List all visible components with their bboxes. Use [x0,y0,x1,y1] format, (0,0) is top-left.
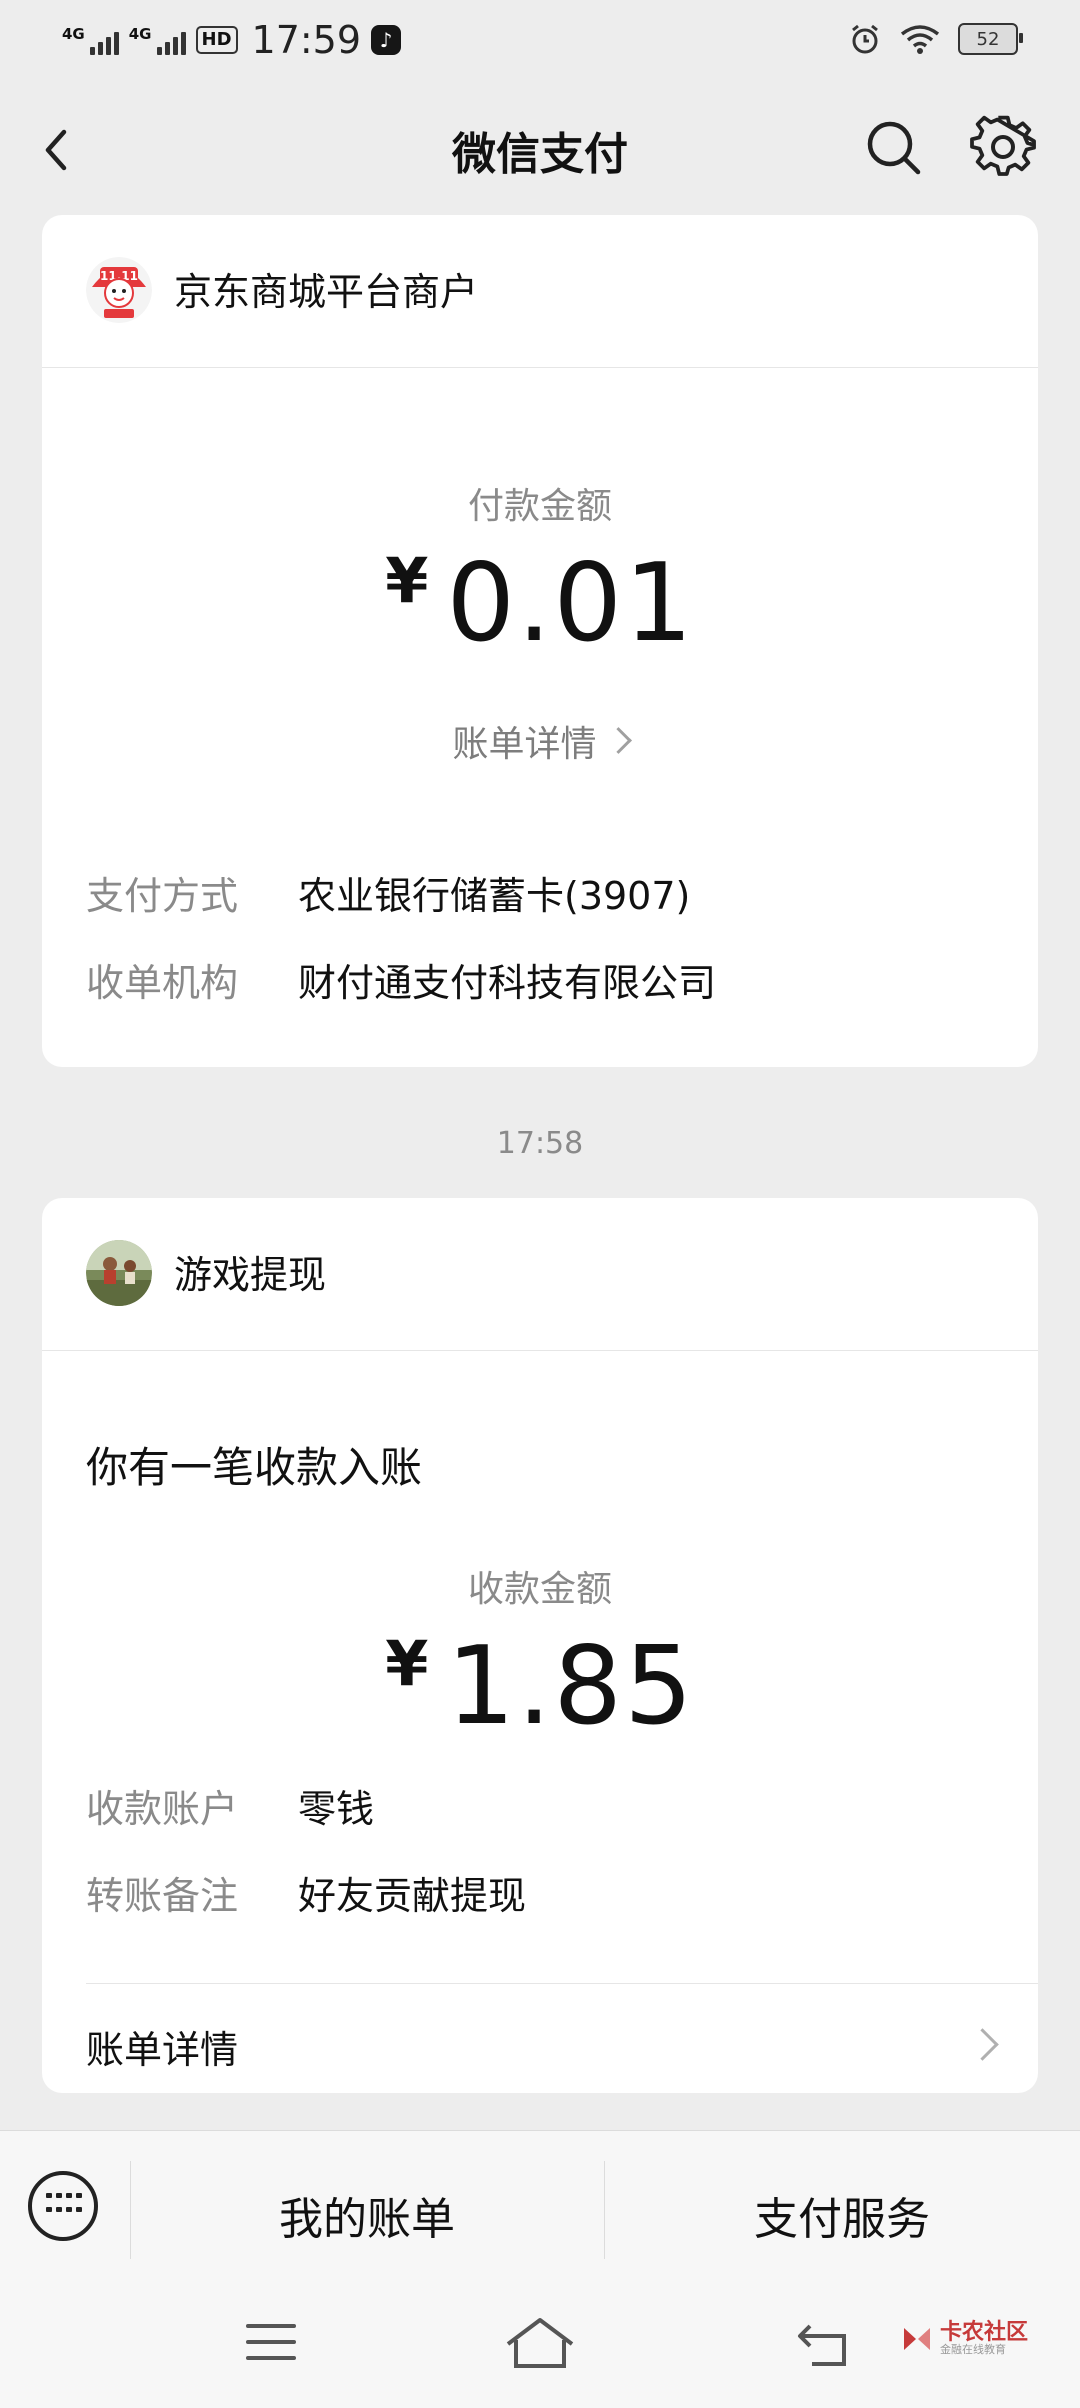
navigation-bar: 卡农社区 金融在线教育 [0,2286,1080,2408]
receipt-card[interactable]: 游戏提现 你有一笔收款入账 收款金额 ¥1.85 收款账户 零钱 转账备注 好友贡献… [42,1198,1038,2093]
receipt-amount: ¥1.85 [42,1624,1038,1749]
status-time: 17:59 [251,18,362,62]
transfer-note-row: 转账备注 好友贡献提现 [86,1865,526,1920]
network-type-2: 4G [128,25,152,43]
bottom-menu: 我的账单 支付服务 [0,2130,1080,2287]
sender-name: 游戏提现 [174,1253,327,1297]
menu-icon[interactable] [246,2324,296,2364]
bill-detail-link[interactable]: 账单详情 [42,715,1038,767]
network-type: 4G [62,25,85,43]
watermark-title: 卡农社区 [940,2320,1029,2345]
row-value: 好友贡献提现 [298,1874,527,1918]
message-timestamp: 17:58 [496,1126,584,1161]
wifi-icon [900,25,940,54]
merchant-name: 京东商城平台商户 [174,270,479,314]
menu-my-bills[interactable]: 我的账单 [130,2183,604,2247]
currency-symbol: ¥ [385,1627,429,1700]
amount-value: 1.85 [446,1624,695,1749]
receipt-message: 你有一笔收款入账 [86,1443,423,1492]
bill-detail-row[interactable]: 账单详情 [42,1983,1038,2093]
sender-avatar [86,1240,152,1306]
watermark: 卡农社区 金融在线教育 [900,2322,1028,2356]
gear-icon[interactable] [970,114,1036,180]
status-right: 52 [848,22,1023,56]
receive-account-row: 收款账户 零钱 [86,1778,374,1833]
title-bar: 微信支付 [0,80,1080,220]
menu-pay-service[interactable]: 支付服务 [604,2183,1080,2247]
payment-card-header[interactable]: 11.11 京东商城平台商户 [42,215,1038,368]
status-bar: 4G 4G HD 17:59 ♪ 52 [0,0,1080,80]
acquirer-row: 收单机构 财付通支付科技有限公司 [86,952,716,1007]
amount-label: 收款金额 [467,1569,612,1610]
tiktok-icon: ♪ [371,25,402,55]
amount-label: 付款金额 [467,486,612,527]
amount-value: 0.01 [446,541,695,666]
payment-card[interactable]: 11.11 京东商城平台商户 付款金额 ¥0.01 账单详情 支付方式 农业银行储… [42,215,1038,1067]
currency-symbol: ¥ [385,544,429,617]
back-nav-icon[interactable] [796,2320,852,2370]
battery-level: 52 [976,28,1000,50]
signal-icon-2: 4G [129,25,186,55]
row-key: 收单机构 [86,961,239,1005]
row-value: 零钱 [298,1787,375,1831]
bill-detail-label: 账单详情 [86,2028,239,2072]
watermark-subtitle: 金融在线教育 [940,2343,1006,2356]
home-icon[interactable] [504,2314,576,2374]
merchant-avatar: 11.11 [86,257,152,323]
search-icon[interactable] [862,116,926,180]
chevron-right-icon [604,727,632,754]
row-value: 财付通支付科技有限公司 [298,961,717,1005]
row-key: 转账备注 [86,1874,239,1918]
battery-icon: 52 [958,23,1023,55]
hd-badge: HD [195,26,238,54]
payment-method-row: 支付方式 农业银行储蓄卡(3907) [86,865,690,920]
row-key: 支付方式 [86,874,239,918]
receipt-card-header[interactable]: 游戏提现 [42,1198,1038,1351]
keyboard-icon[interactable] [28,2171,98,2241]
payment-amount: ¥0.01 [42,541,1038,666]
chevron-right-icon [966,2028,999,2061]
row-value: 农业银行储蓄卡(3907) [298,874,691,918]
row-key: 收款账户 [86,1787,239,1831]
status-left: 4G 4G HD 17:59 ♪ [62,18,402,62]
bill-detail-label: 账单详情 [452,724,597,765]
signal-icon: 4G [62,25,119,55]
watermark-logo-icon [904,2328,930,2350]
alarm-icon [852,24,878,54]
